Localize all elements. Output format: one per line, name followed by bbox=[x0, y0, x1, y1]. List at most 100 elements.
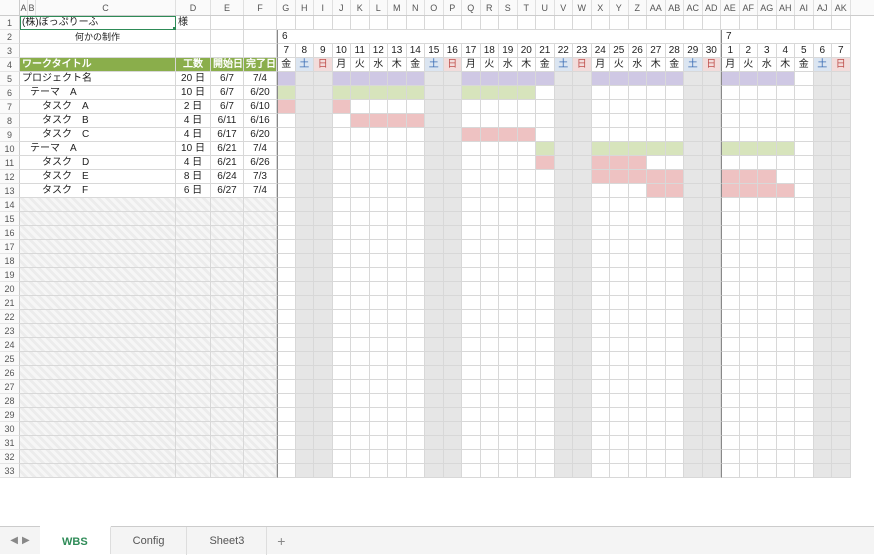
gantt-cell[interactable] bbox=[592, 114, 611, 128]
col-header-AF[interactable]: AF bbox=[740, 0, 759, 15]
task-start-13[interactable]: 6/27 bbox=[211, 184, 244, 198]
fill-handle[interactable] bbox=[173, 27, 176, 30]
gantt-cell[interactable] bbox=[536, 128, 555, 142]
day-num-13[interactable]: 20 bbox=[518, 44, 537, 58]
gantt-cell[interactable] bbox=[832, 170, 851, 184]
col-header-L[interactable]: L bbox=[370, 0, 389, 15]
gantt-cell[interactable] bbox=[610, 142, 629, 156]
gantt-cell[interactable] bbox=[462, 114, 481, 128]
gantt-cell[interactable] bbox=[795, 72, 814, 86]
gantt-cell[interactable] bbox=[388, 142, 407, 156]
gantt-cell[interactable] bbox=[333, 86, 352, 100]
gantt-cell[interactable] bbox=[277, 86, 296, 100]
dow-12[interactable]: 水 bbox=[499, 58, 518, 72]
gantt-cell[interactable] bbox=[610, 72, 629, 86]
gantt-cell[interactable] bbox=[832, 128, 851, 142]
col-header-X[interactable]: X bbox=[592, 0, 611, 15]
dow-7[interactable]: 金 bbox=[407, 58, 426, 72]
gantt-cell[interactable] bbox=[573, 86, 592, 100]
gantt-cell[interactable] bbox=[758, 114, 777, 128]
gantt-cell[interactable] bbox=[481, 100, 500, 114]
gantt-cell[interactable] bbox=[758, 128, 777, 142]
gantt-cell[interactable] bbox=[296, 156, 315, 170]
col-header-M[interactable]: M bbox=[388, 0, 407, 15]
row-header-21[interactable]: 21 bbox=[0, 296, 20, 310]
gantt-cell[interactable] bbox=[351, 86, 370, 100]
row-header-19[interactable]: 19 bbox=[0, 268, 20, 282]
gantt-cell[interactable] bbox=[277, 170, 296, 184]
gantt-cell[interactable] bbox=[351, 170, 370, 184]
gantt-cell[interactable] bbox=[277, 184, 296, 198]
col-header-E[interactable]: E bbox=[211, 0, 244, 15]
header-end[interactable]: 完了日 bbox=[244, 58, 277, 72]
gantt-cell[interactable] bbox=[462, 100, 481, 114]
gantt-cell[interactable] bbox=[814, 142, 833, 156]
gantt-cell[interactable] bbox=[296, 72, 315, 86]
gantt-cell[interactable] bbox=[370, 170, 389, 184]
gantt-cell[interactable] bbox=[314, 142, 333, 156]
dow-26[interactable]: 水 bbox=[758, 58, 777, 72]
gantt-cell[interactable] bbox=[832, 100, 851, 114]
gantt-cell[interactable] bbox=[518, 184, 537, 198]
gantt-cell[interactable] bbox=[592, 142, 611, 156]
day-num-12[interactable]: 19 bbox=[499, 44, 518, 58]
col-header-K[interactable]: K bbox=[351, 0, 370, 15]
row-header-6[interactable]: 6 bbox=[0, 86, 20, 100]
gantt-cell[interactable] bbox=[740, 86, 759, 100]
day-num-20[interactable]: 27 bbox=[647, 44, 666, 58]
gantt-cell[interactable] bbox=[481, 128, 500, 142]
gantt-cell[interactable] bbox=[481, 114, 500, 128]
gantt-cell[interactable] bbox=[462, 142, 481, 156]
gantt-cell[interactable] bbox=[388, 86, 407, 100]
gantt-cell[interactable] bbox=[518, 86, 537, 100]
row-header-3[interactable]: 3 bbox=[0, 44, 20, 58]
row-header-22[interactable]: 22 bbox=[0, 310, 20, 324]
gantt-cell[interactable] bbox=[721, 86, 740, 100]
gantt-cell[interactable] bbox=[351, 184, 370, 198]
task-title-6[interactable]: テーマ A bbox=[20, 86, 176, 100]
gantt-cell[interactable] bbox=[814, 100, 833, 114]
dow-13[interactable]: 木 bbox=[518, 58, 537, 72]
gantt-cell[interactable] bbox=[499, 184, 518, 198]
gantt-cell[interactable] bbox=[444, 184, 463, 198]
gantt-cell[interactable] bbox=[703, 170, 722, 184]
task-days-5[interactable]: 20 日 bbox=[176, 72, 211, 86]
row-header-30[interactable]: 30 bbox=[0, 422, 20, 436]
gantt-cell[interactable] bbox=[610, 86, 629, 100]
gantt-cell[interactable] bbox=[536, 170, 555, 184]
gantt-cell[interactable] bbox=[444, 128, 463, 142]
gantt-cell[interactable] bbox=[610, 114, 629, 128]
gantt-cell[interactable] bbox=[610, 170, 629, 184]
gantt-cell[interactable] bbox=[777, 156, 796, 170]
task-end-12[interactable]: 7/3 bbox=[244, 170, 277, 184]
header-start[interactable]: 開始日 bbox=[211, 58, 244, 72]
day-num-8[interactable]: 15 bbox=[425, 44, 444, 58]
row-header-16[interactable]: 16 bbox=[0, 226, 20, 240]
gantt-cell[interactable] bbox=[444, 142, 463, 156]
day-num-25[interactable]: 2 bbox=[740, 44, 759, 58]
day-num-23[interactable]: 30 bbox=[703, 44, 722, 58]
col-header-Z[interactable]: Z bbox=[629, 0, 648, 15]
row-header-26[interactable]: 26 bbox=[0, 366, 20, 380]
row-header-12[interactable]: 12 bbox=[0, 170, 20, 184]
gantt-cell[interactable] bbox=[666, 114, 685, 128]
gantt-cell[interactable] bbox=[333, 170, 352, 184]
gantt-cell[interactable] bbox=[388, 184, 407, 198]
col-header-AE[interactable]: AE bbox=[721, 0, 740, 15]
gantt-cell[interactable] bbox=[629, 100, 648, 114]
dow-20[interactable]: 木 bbox=[647, 58, 666, 72]
task-title-8[interactable]: タスク B bbox=[20, 114, 176, 128]
task-end-6[interactable]: 6/20 bbox=[244, 86, 277, 100]
col-header-D[interactable]: D bbox=[176, 0, 211, 15]
gantt-cell[interactable] bbox=[518, 142, 537, 156]
gantt-cell[interactable] bbox=[314, 128, 333, 142]
gantt-cell[interactable] bbox=[814, 128, 833, 142]
gantt-cell[interactable] bbox=[777, 142, 796, 156]
row-header-11[interactable]: 11 bbox=[0, 156, 20, 170]
row-header-32[interactable]: 32 bbox=[0, 450, 20, 464]
gantt-cell[interactable] bbox=[795, 128, 814, 142]
col-header-J[interactable]: J bbox=[333, 0, 352, 15]
gantt-cell[interactable] bbox=[592, 72, 611, 86]
gantt-cell[interactable] bbox=[499, 114, 518, 128]
dow-23[interactable]: 日 bbox=[703, 58, 722, 72]
